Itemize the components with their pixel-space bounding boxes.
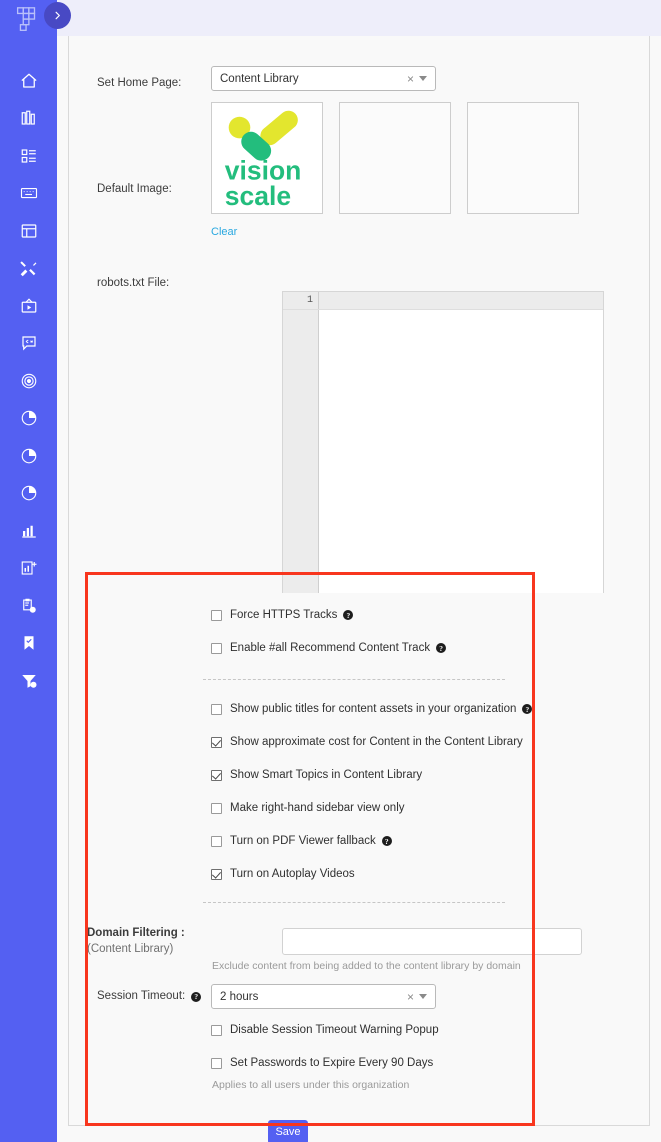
domain-filtering-input[interactable] bbox=[282, 928, 582, 955]
checkbox-row-enable-all-recommend[interactable]: Enable #all Recommend Content Track ? bbox=[211, 642, 447, 654]
sidebar-item-bookmarks[interactable] bbox=[0, 625, 57, 663]
default-image-thumbnail[interactable]: vision scale bbox=[211, 102, 323, 214]
clear-session-timeout-icon[interactable]: × bbox=[402, 990, 419, 1004]
enable-all-recommend-content-track-label: Enable #all Recommend Content Track bbox=[230, 642, 431, 654]
default-image-label: Default Image: bbox=[97, 183, 172, 195]
sidebar-item-chat[interactable] bbox=[0, 325, 57, 363]
sidebar-item-home[interactable] bbox=[0, 62, 57, 100]
chevron-down-icon[interactable] bbox=[419, 76, 427, 81]
security-hint: Applies to all users under this organiza… bbox=[212, 1079, 410, 1091]
sidebar-item-pie-one[interactable] bbox=[0, 400, 57, 438]
sidebar-item-pie-three[interactable] bbox=[0, 475, 57, 513]
clear-home-page-icon[interactable]: × bbox=[402, 72, 419, 86]
sidebar-item-target[interactable] bbox=[0, 362, 57, 400]
sidebar-item-keyboard[interactable] bbox=[0, 175, 57, 213]
session-timeout-label: Session Timeout: bbox=[97, 990, 186, 1002]
app-root: Set Home Page: Content Library × Default… bbox=[0, 0, 661, 1142]
chevron-down-icon[interactable] bbox=[419, 994, 427, 999]
sidebar-item-add-report[interactable] bbox=[0, 550, 57, 588]
force-https-tracks-label: Force HTTPS Tracks bbox=[230, 609, 338, 621]
enable-all-recommend-content-track-help-icon[interactable]: ? bbox=[436, 643, 447, 653]
domain-filtering-label-block: Domain Filtering : (Content Library) bbox=[87, 926, 205, 957]
sidebar-item-scheduled[interactable] bbox=[0, 587, 57, 625]
sidebar-item-library[interactable] bbox=[0, 100, 57, 138]
turn-on-autoplay-videos-label: Turn on Autoplay Videos bbox=[230, 868, 355, 880]
show-public-titles-help-icon[interactable]: ? bbox=[522, 704, 533, 714]
force-https-tracks-checkbox[interactable] bbox=[211, 609, 222, 621]
turn-on-autoplay-videos-checkbox[interactable] bbox=[211, 868, 222, 880]
chevron-right-icon bbox=[55, 11, 60, 20]
show-smart-topics-label: Show Smart Topics in Content Library bbox=[230, 769, 423, 781]
show-smart-topics-checkbox[interactable] bbox=[211, 769, 222, 781]
show-approximate-cost-label: Show approximate cost for Content in the… bbox=[230, 736, 523, 748]
image-slot-3[interactable] bbox=[467, 102, 579, 214]
disable-session-timeout-warning-popup-checkbox[interactable] bbox=[211, 1024, 222, 1036]
domain-filtering-sublabel: (Content Library) bbox=[87, 942, 174, 955]
show-approximate-cost-checkbox[interactable] bbox=[211, 736, 222, 748]
session-timeout-select[interactable]: 2 hours × bbox=[211, 984, 436, 1009]
sidebar-item-filter[interactable] bbox=[0, 662, 57, 700]
sidebar-item-dashboard[interactable] bbox=[0, 137, 57, 175]
sidebar-item-video[interactable] bbox=[0, 287, 57, 325]
sidebar-item-analytics[interactable] bbox=[0, 512, 57, 550]
editor-text-area[interactable] bbox=[319, 310, 603, 593]
section-divider-2 bbox=[203, 902, 505, 903]
disable-session-timeout-warning-popup-label: Disable Session Timeout Warning Popup bbox=[230, 1024, 439, 1036]
clear-default-image-link[interactable]: Clear bbox=[211, 226, 237, 238]
robots-txt-label: robots.txt File: bbox=[97, 277, 170, 289]
save-button[interactable]: Save bbox=[268, 1120, 308, 1142]
robots-txt-editor[interactable]: 1 bbox=[282, 291, 604, 593]
turn-on-pdf-viewer-fallback-label: Turn on PDF Viewer fallback bbox=[230, 835, 376, 847]
turn-on-pdf-viewer-fallback-help-icon[interactable]: ? bbox=[381, 836, 392, 846]
set-home-page-select[interactable]: Content Library × bbox=[211, 66, 436, 91]
editor-line-number: 1 bbox=[283, 292, 319, 309]
sidebar-item-pie-two[interactable] bbox=[0, 437, 57, 475]
sidebar-item-layout[interactable] bbox=[0, 212, 57, 250]
checkbox-row-pdf-viewer-fallback[interactable]: Turn on PDF Viewer fallback ? bbox=[211, 835, 392, 847]
show-public-titles-checkbox[interactable] bbox=[211, 703, 222, 715]
force-https-tracks-help-icon[interactable]: ? bbox=[343, 610, 354, 620]
checkbox-row-show-public-titles[interactable]: Show public titles for content assets in… bbox=[211, 703, 533, 715]
checkbox-row-disable-session-timeout-warning[interactable]: Disable Session Timeout Warning Popup bbox=[211, 1024, 439, 1036]
sidebar bbox=[0, 0, 57, 1142]
domain-filtering-hint: Exclude content from being added to the … bbox=[212, 960, 521, 972]
set-passwords-to-expire-label: Set Passwords to Expire Every 90 Days bbox=[230, 1057, 434, 1069]
editor-gutter-header: 1 bbox=[283, 292, 603, 310]
enable-all-recommend-content-track-checkbox[interactable] bbox=[211, 642, 222, 654]
editor-gutter bbox=[283, 310, 319, 593]
checkbox-row-show-approximate-cost[interactable]: Show approximate cost for Content in the… bbox=[211, 736, 523, 748]
show-public-titles-label: Show public titles for content assets in… bbox=[230, 703, 517, 715]
sidebar-item-tools[interactable] bbox=[0, 250, 57, 288]
section-divider-1 bbox=[203, 679, 505, 680]
main-content: Set Home Page: Content Library × Default… bbox=[57, 36, 661, 1142]
make-right-hand-sidebar-view-only-checkbox[interactable] bbox=[211, 802, 222, 814]
checkbox-row-force-https-tracks[interactable]: Force HTTPS Tracks ? bbox=[211, 609, 354, 621]
set-home-page-label: Set Home Page: bbox=[97, 77, 182, 89]
top-header-bar bbox=[57, 0, 661, 36]
session-timeout-label-block: Session Timeout: ? bbox=[97, 989, 202, 1005]
sidebar-nav bbox=[0, 62, 57, 700]
checkbox-row-show-smart-topics[interactable]: Show Smart Topics in Content Library bbox=[211, 769, 422, 781]
editor-body[interactable] bbox=[283, 310, 603, 593]
session-timeout-value: 2 hours bbox=[220, 990, 259, 1003]
make-right-hand-sidebar-view-only-label: Make right-hand sidebar view only bbox=[230, 802, 405, 814]
svg-text:scale: scale bbox=[225, 181, 291, 211]
image-slot-2[interactable] bbox=[339, 102, 451, 214]
turn-on-pdf-viewer-fallback-checkbox[interactable] bbox=[211, 835, 222, 847]
checkbox-row-autoplay-videos[interactable]: Turn on Autoplay Videos bbox=[211, 868, 355, 880]
checkbox-row-set-passwords-expire[interactable]: Set Passwords to Expire Every 90 Days bbox=[211, 1057, 433, 1069]
sidebar-toggle-button[interactable] bbox=[44, 2, 71, 29]
session-timeout-help-icon[interactable]: ? bbox=[191, 991, 202, 1002]
set-passwords-to-expire-checkbox[interactable] bbox=[211, 1057, 222, 1069]
domain-filtering-label: Domain Filtering : bbox=[87, 927, 185, 939]
set-home-page-value: Content Library bbox=[220, 72, 299, 85]
settings-panel: Set Home Page: Content Library × Default… bbox=[68, 36, 650, 1142]
checkbox-row-right-hand-sidebar[interactable]: Make right-hand sidebar view only bbox=[211, 802, 405, 814]
vision-scale-logo: vision scale bbox=[225, 110, 301, 211]
